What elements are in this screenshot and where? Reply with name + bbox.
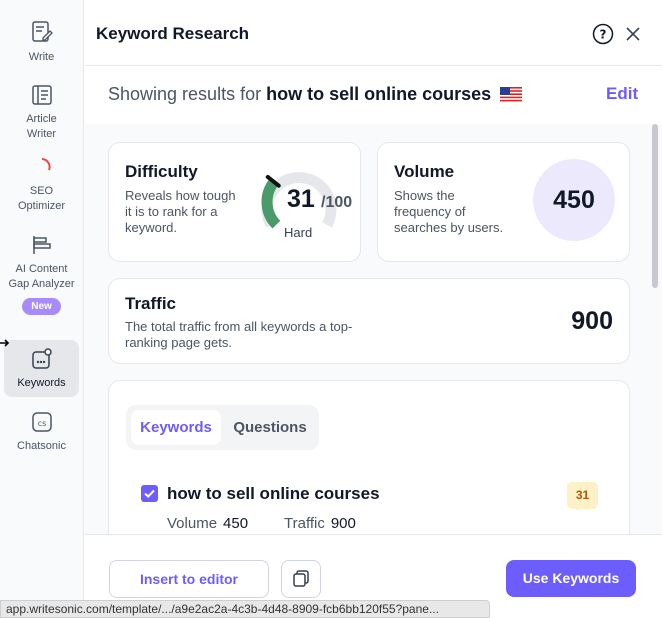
difficulty-title: Difficulty — [125, 162, 198, 181]
keyword-traffic-value: 900 — [330, 515, 356, 532]
difficulty-card: Difficulty Reveals how tough it is to ra… — [108, 142, 361, 262]
results-content: Difficulty Reveals how tough it is to ra… — [85, 124, 662, 534]
results-bar: Showing results for how to sell online c… — [85, 66, 662, 124]
insert-to-editor-button[interactable]: Insert to editor — [109, 560, 269, 598]
results-prefix: Showing results for — [108, 84, 262, 104]
volume-card: Volume Shows the frequency of searches b… — [377, 142, 630, 262]
difficulty-description: Reveals how tough it is to rank for a ke… — [125, 188, 236, 235]
sidebar-item-write[interactable]: Write — [4, 20, 79, 65]
sidebar-item-article-writer[interactable]: Article Writer — [4, 84, 79, 142]
traffic-description: The total traffic from all keywords a to… — [125, 319, 353, 350]
sidebar-item-label: Write — [28, 51, 55, 63]
svg-text:?: ? — [600, 28, 607, 42]
traffic-card: Traffic The total traffic from all keywo… — [108, 278, 630, 364]
sidebar-item-label: Chatsonic — [17, 440, 66, 452]
sidebar-item-label: Keywords — [17, 377, 66, 389]
keyword-volume-label: Volume — [167, 515, 218, 532]
sidebar-item-content-gap[interactable]: AI Content Gap Analyzer New — [4, 234, 79, 315]
keyword-tabs: Keywords Questions — [126, 405, 319, 450]
new-badge: New — [22, 298, 61, 315]
difficulty-level: Hard — [284, 225, 313, 240]
left-sidebar: Write Article Writer SEO Optimizer AI Co… — [0, 0, 84, 618]
panel-title: Keyword Research — [96, 24, 250, 43]
keyword-checkbox[interactable] — [141, 485, 158, 502]
sidebar-item-keywords[interactable]: Keywords — [4, 340, 79, 397]
us-flag-icon — [500, 87, 523, 103]
panel-header: Keyword Research ? — [85, 0, 662, 66]
edit-link[interactable]: Edit — [606, 84, 638, 104]
keywords-card: Keywords Questions how to sell online co… — [108, 380, 630, 534]
traffic-title: Traffic — [125, 294, 177, 313]
results-query: how to sell online courses — [266, 84, 492, 104]
sidebar-item-chatsonic[interactable]: cs Chatsonic — [4, 411, 79, 454]
sidebar-item-label: AI Content Gap Analyzer — [8, 263, 75, 290]
keyword-volume-value: 450 — [223, 515, 249, 532]
content-gap-icon — [32, 236, 51, 254]
copy-icon — [293, 570, 309, 587]
seo-optimizer-icon — [41, 158, 51, 171]
sidebar-item-label: Article Writer — [26, 113, 57, 140]
keyword-difficulty-badge: 31 — [567, 482, 598, 509]
svg-text:cs: cs — [37, 419, 46, 428]
results-summary: Showing results for how to sell online c… — [108, 84, 523, 105]
write-icon — [31, 21, 53, 42]
difficulty-value: 31 — [287, 185, 315, 213]
difficulty-max: /100 — [321, 194, 353, 211]
volume-title: Volume — [394, 162, 455, 181]
keyword-traffic-label: Traffic — [284, 515, 325, 532]
cursor-arrow-icon — [0, 339, 10, 347]
help-icon[interactable]: ? — [592, 23, 614, 45]
sidebar-item-seo-optimizer[interactable]: SEO Optimizer — [4, 156, 79, 214]
scrollbar[interactable] — [652, 124, 658, 288]
chatsonic-icon: cs — [31, 412, 52, 432]
use-keywords-button[interactable]: Use Keywords — [506, 560, 636, 597]
volume-description: Shows the frequency of searches by users… — [394, 188, 504, 235]
tab-questions[interactable]: Questions — [226, 410, 314, 445]
keyword-traffic: Traffic 900 — [284, 515, 356, 532]
check-icon — [144, 489, 155, 498]
keyword-text: how to sell online courses — [167, 484, 380, 503]
sidebar-item-label: SEO Optimizer — [17, 185, 66, 212]
article-writer-icon — [31, 85, 52, 105]
close-icon[interactable] — [624, 25, 642, 43]
keyword-research-panel: Keyword Research ? Showing results for h… — [85, 0, 662, 618]
tab-keywords[interactable]: Keywords — [131, 410, 221, 445]
volume-value: 450 — [533, 159, 615, 241]
traffic-value: 900 — [571, 307, 613, 335]
browser-status-url: app.writesonic.com/template/.../a9e2ac2a… — [0, 600, 490, 618]
keyword-volume: Volume 450 — [167, 515, 248, 532]
keywords-icon — [31, 348, 52, 369]
copy-button[interactable] — [281, 560, 321, 598]
